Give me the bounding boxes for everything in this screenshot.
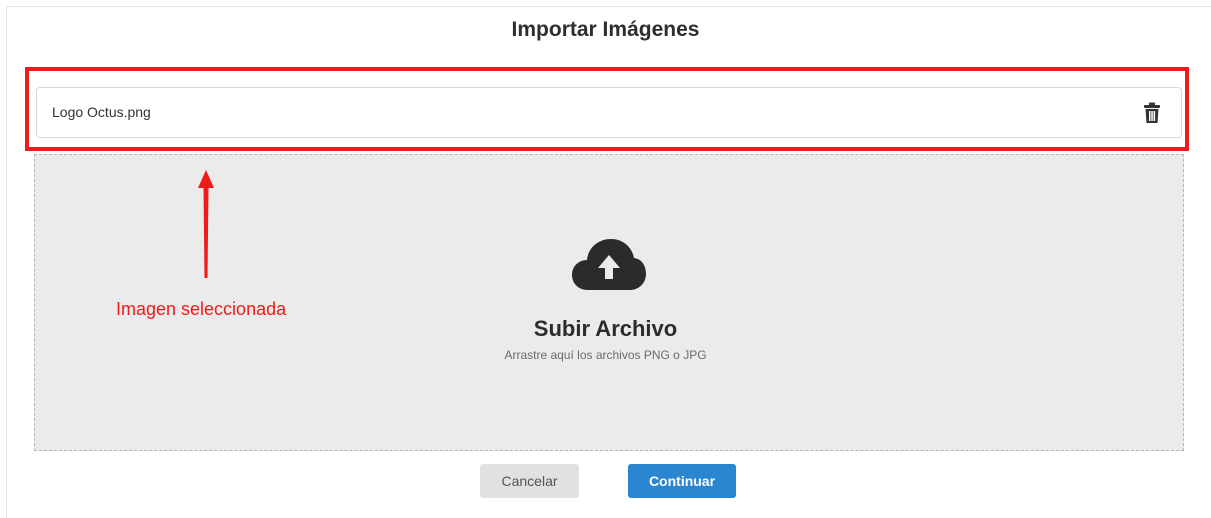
annotation-label: Imagen seleccionada	[116, 299, 287, 319]
continue-button[interactable]: Continuar	[628, 464, 736, 498]
cancel-button[interactable]: Cancelar	[480, 464, 579, 498]
cloud-upload-icon	[572, 239, 646, 290]
annotation-arrow-icon	[198, 170, 214, 278]
upload-subtitle: Arrastre aquí los archivos PNG o JPG	[504, 348, 707, 362]
dialog-title: Importar Imágenes	[511, 18, 700, 41]
annotation-highlight-box	[25, 67, 1189, 151]
